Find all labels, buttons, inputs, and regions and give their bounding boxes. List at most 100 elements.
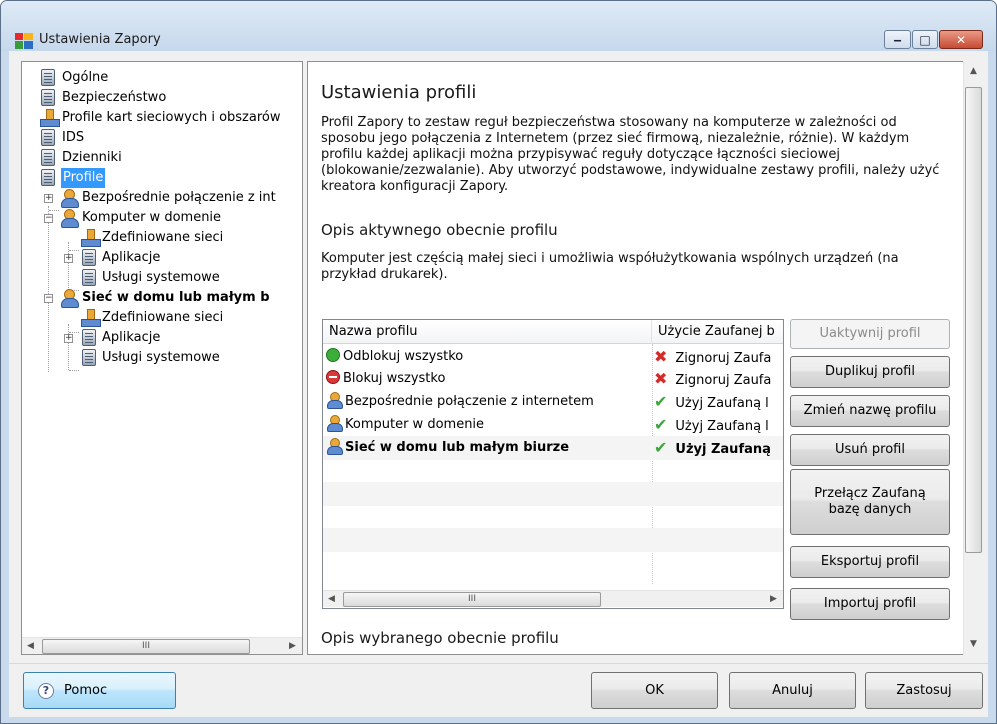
- doc-icon: [41, 149, 55, 166]
- doc-icon: [82, 269, 96, 286]
- scroll-thumb[interactable]: [965, 87, 982, 553]
- scroll-down-icon[interactable]: ▼: [964, 636, 983, 653]
- tree-item-label: Ogólne: [62, 70, 109, 85]
- profile-row[interactable]: Blokuj wszystko ✖ Zignoruj Zaufa: [323, 367, 783, 391]
- collapse-icon[interactable]: −: [44, 294, 53, 303]
- scroll-right-icon[interactable]: ▶: [765, 591, 782, 608]
- tree-item-label: Zdefiniowane sieci: [102, 230, 224, 245]
- tree-item-komputer-w-domenie[interactable]: − Komputer w domenie: [22, 208, 302, 228]
- scroll-left-icon[interactable]: ◀: [323, 591, 340, 608]
- tree-item-ogolne[interactable]: Ogólne: [22, 68, 302, 88]
- x-icon: ✖: [654, 347, 668, 366]
- activate-profile-button[interactable]: Uaktywnij profil: [790, 319, 950, 349]
- x-icon: ✖: [654, 369, 668, 388]
- settings-tree: Ogólne Bezpieczeństwo Profile kart sieci…: [21, 61, 303, 655]
- tree-item-label: Aplikacje: [102, 250, 161, 265]
- doc-icon: [41, 69, 55, 86]
- maximize-icon: □: [919, 32, 931, 47]
- active-profile-description: Komputer jest częścią małej sieci i umoż…: [321, 251, 899, 282]
- user-icon: [60, 289, 79, 308]
- scroll-thumb[interactable]: III: [343, 592, 601, 607]
- scroll-up-icon[interactable]: ▲: [964, 63, 983, 80]
- apply-button[interactable]: Zastosuj: [865, 672, 983, 709]
- doc-icon: [41, 129, 55, 146]
- doc-icon: [82, 249, 96, 266]
- column-header-trusted[interactable]: Użycie Zaufanej b: [652, 320, 783, 344]
- profile-name: Sieć w domu lub małym biurze: [345, 440, 570, 455]
- close-button[interactable]: ✕: [939, 30, 983, 49]
- tree-item-aplikacje[interactable]: + Aplikacje: [22, 248, 302, 268]
- tree-item-ids[interactable]: IDS: [22, 128, 302, 148]
- profile-trusted-value: Użyj Zaufaną l: [675, 419, 769, 434]
- network-icon: [40, 109, 60, 127]
- expand-icon[interactable]: +: [64, 334, 73, 343]
- maximize-button[interactable]: □: [912, 30, 938, 49]
- tree-item-uslugi-systemowe[interactable]: Usługi systemowe: [22, 348, 302, 368]
- tree-item-label: Sieć w domu lub małym b: [82, 290, 270, 305]
- tree-item-dzienniki[interactable]: Dzienniki: [22, 148, 302, 168]
- list-horizontal-scrollbar[interactable]: ◀ III ▶: [323, 590, 783, 607]
- duplicate-profile-button[interactable]: Duplikuj profil: [790, 356, 950, 388]
- user-icon: [326, 392, 343, 409]
- minimize-icon: ‒: [893, 32, 902, 47]
- minimize-button[interactable]: ‒: [884, 30, 911, 49]
- page-title: Ustawienia profili: [321, 82, 477, 103]
- help-button-label: Pomoc: [64, 682, 108, 698]
- network-icon: [81, 229, 101, 247]
- tree-item-label: Bezpośrednie połączenie z int: [82, 190, 276, 205]
- profile-row[interactable]: Bezpośrednie połączenie z internetem ✔ Uż…: [323, 390, 783, 414]
- profiles-panel: Ustawienia profili Profil Zapory to zest…: [307, 61, 983, 655]
- profiles-list-header: Nazwa profilu Użycie Zaufanej b: [323, 320, 783, 344]
- tree-item-aplikacje[interactable]: + Aplikacje: [22, 328, 302, 348]
- scroll-thumb[interactable]: III: [42, 639, 250, 654]
- profile-name: Odblokuj wszystko: [343, 349, 464, 364]
- close-icon: ✕: [955, 32, 967, 47]
- empty-row: [323, 528, 783, 552]
- panel-vertical-scrollbar[interactable]: ▲ ▼: [963, 61, 983, 655]
- help-button[interactable]: ? Pomoc: [23, 672, 176, 709]
- tree-item-bezposrednie[interactable]: + Bezpośrednie połączenie z int: [22, 188, 302, 208]
- rename-profile-button[interactable]: Zmień nazwę profilu: [790, 395, 950, 427]
- column-header-name[interactable]: Nazwa profilu: [323, 320, 652, 344]
- tree-item-zdefiniowane-sieci[interactable]: Zdefiniowane sieci: [22, 228, 302, 248]
- scroll-right-icon[interactable]: ▶: [284, 638, 301, 655]
- profile-row[interactable]: Odblokuj wszystko ✖ Zignoruj Zaufa: [323, 345, 783, 369]
- scroll-left-icon[interactable]: ◀: [22, 638, 39, 655]
- profiles-list[interactable]: Nazwa profilu Użycie Zaufanej b Odblokuj…: [322, 319, 784, 609]
- tree-item-label: Zdefiniowane sieci: [102, 310, 224, 325]
- check-icon: ✔: [654, 415, 668, 434]
- network-icon: [81, 309, 101, 327]
- tree-item-uslugi-systemowe[interactable]: Usługi systemowe: [22, 268, 302, 288]
- tree-item-label: Komputer w domenie: [82, 210, 222, 225]
- tree-item-zdefiniowane-sieci[interactable]: Zdefiniowane sieci: [22, 308, 302, 328]
- expand-icon[interactable]: +: [44, 194, 53, 203]
- tree-item-bezpieczenstwo[interactable]: Bezpieczeństwo: [22, 88, 302, 108]
- tree-line: [69, 370, 79, 371]
- active-profile-heading: Opis aktywnego obecnie profilu: [321, 221, 558, 239]
- tree-item-siec-w-domu[interactable]: − Sieć w domu lub małym b: [22, 288, 302, 308]
- tree-item-label: Usługi systemowe: [102, 270, 220, 285]
- doc-icon: [82, 329, 96, 346]
- delete-profile-button[interactable]: Usuń profil: [790, 434, 950, 466]
- tree-item-profile[interactable]: Profile: [22, 168, 302, 188]
- profile-row[interactable]: Komputer w domenie ✔ Użyj Zaufaną l: [323, 413, 783, 437]
- export-profile-button[interactable]: Eksportuj profil: [790, 546, 950, 578]
- avg-logo-icon: [15, 33, 33, 49]
- tree-item-profile-kart[interactable]: Profile kart sieciowych i obszarów: [22, 108, 302, 128]
- cancel-button[interactable]: Anuluj: [729, 672, 856, 709]
- tree-item-label: Profile kart sieciowych i obszarów: [62, 110, 281, 125]
- tree-item-label: Aplikacje: [102, 330, 161, 345]
- collapse-icon[interactable]: −: [44, 214, 53, 223]
- tree-item-label: Dzienniki: [62, 150, 122, 165]
- profile-trusted-value: Użyj Zaufaną l: [675, 396, 769, 411]
- import-profile-button[interactable]: Importuj profil: [790, 588, 950, 620]
- tree-item-label: Usługi systemowe: [102, 350, 220, 365]
- profile-row-active[interactable]: Sieć w domu lub małym biurze ✔ Użyj Zaufa…: [323, 436, 783, 460]
- selected-profile-heading: Opis wybranego obecnie profilu: [321, 629, 559, 647]
- profile-name: Komputer w domenie: [345, 417, 485, 432]
- ok-button[interactable]: OK: [591, 672, 718, 709]
- expand-icon[interactable]: +: [64, 254, 73, 263]
- green-unlock-icon: [326, 348, 340, 362]
- switch-trusted-db-button[interactable]: Przełącz Zaufaną bazę danych: [790, 469, 950, 535]
- tree-horizontal-scrollbar[interactable]: ◀ III ▶: [22, 637, 302, 654]
